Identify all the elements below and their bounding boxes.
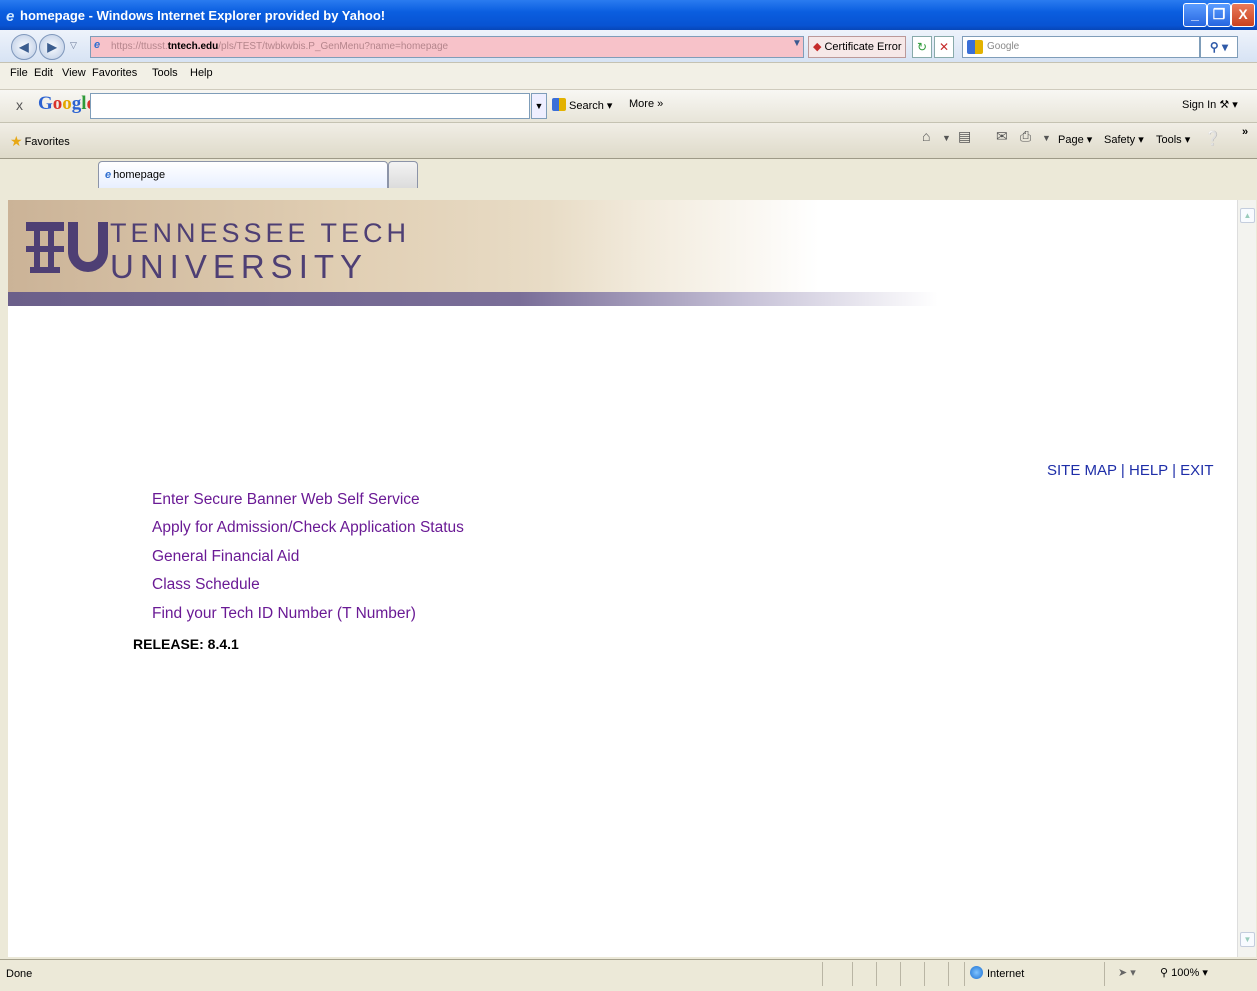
zoom-label: 100% bbox=[1171, 967, 1200, 979]
google-sign-in-button[interactable]: Sign In ⚒ ▾ bbox=[1182, 98, 1238, 111]
search-placeholder: Google bbox=[987, 41, 1020, 52]
print-icon[interactable]: ⎙ bbox=[1020, 128, 1031, 145]
search-input[interactable]: Google bbox=[962, 36, 1200, 58]
star-icon: ★ bbox=[10, 133, 23, 149]
google-more-button[interactable]: More » bbox=[629, 98, 663, 110]
status-divider bbox=[948, 962, 949, 986]
certificate-error-label: Certificate Error bbox=[824, 41, 902, 53]
status-divider bbox=[964, 962, 965, 986]
security-zone[interactable]: Internet bbox=[970, 966, 1024, 980]
menu-link-tech-id[interactable]: Find your Tech ID Number (T Number) bbox=[152, 605, 416, 623]
close-toolbar-button[interactable]: x bbox=[16, 97, 23, 113]
status-divider bbox=[924, 962, 925, 986]
ttu-logo bbox=[26, 222, 108, 273]
menu-bar bbox=[0, 62, 1257, 89]
safety-menu-label: Safety bbox=[1104, 134, 1136, 146]
status-divider bbox=[876, 962, 877, 986]
chevron-right-icon[interactable]: » bbox=[1242, 126, 1248, 138]
favorites-label: Favorites bbox=[24, 136, 70, 148]
menu-link-class-schedule[interactable]: Class Schedule bbox=[152, 576, 260, 594]
nav-separator: | bbox=[1172, 462, 1176, 479]
magnifier-icon: ⚲ bbox=[1160, 967, 1169, 979]
ie-page-icon: e bbox=[105, 169, 112, 181]
stop-icon[interactable]: ✕ bbox=[934, 36, 954, 58]
google-search-button[interactable]: Search ▾ bbox=[552, 98, 612, 112]
zone-label: Internet bbox=[987, 968, 1025, 980]
status-text: Done bbox=[6, 968, 33, 980]
read-mail-icon[interactable]: ✉ bbox=[996, 128, 1008, 145]
menu-file[interactable]: File bbox=[10, 67, 28, 79]
google-search-input[interactable] bbox=[90, 93, 530, 119]
google-icon bbox=[552, 98, 566, 111]
safety-menu-button[interactable]: Safety ▾ bbox=[1104, 133, 1144, 146]
status-divider bbox=[822, 962, 823, 986]
google-search-label: Search bbox=[569, 100, 604, 112]
tools-menu-button[interactable]: Tools ▾ bbox=[1156, 133, 1190, 146]
globe-icon bbox=[970, 966, 983, 979]
status-divider bbox=[1104, 962, 1105, 986]
tab-label: homepage bbox=[113, 169, 166, 181]
menu-view[interactable]: View bbox=[62, 67, 86, 79]
minimize-button[interactable]: _ bbox=[1183, 3, 1207, 27]
site-map-link[interactable]: SITE MAP bbox=[1047, 462, 1117, 479]
status-divider bbox=[900, 962, 901, 986]
menu-link-secure-self-service[interactable]: Enter Secure Banner Web Self Service bbox=[152, 491, 420, 509]
page-menu-label: Page bbox=[1058, 134, 1084, 146]
sign-in-label: Sign In bbox=[1182, 99, 1217, 111]
url-path: /pls/TEST/twbkwbis.P_GenMenu?name=homepa… bbox=[218, 41, 449, 52]
vertical-scrollbar[interactable] bbox=[1237, 200, 1256, 957]
window-title: homepage - Windows Internet Explorer pro… bbox=[20, 8, 386, 23]
nav-separator: | bbox=[1120, 462, 1125, 479]
exit-link[interactable]: EXIT bbox=[1180, 462, 1213, 479]
menu-link-admission-status[interactable]: Apply for Admission/Check Application St… bbox=[152, 519, 464, 537]
home-icon[interactable]: ⌂ bbox=[922, 128, 930, 144]
print-dropdown-icon[interactable]: ▼ bbox=[1042, 133, 1051, 143]
url-host: tntech.edu bbox=[167, 41, 219, 52]
title-bar: e homepage - Windows Internet Explorer p… bbox=[0, 0, 1257, 30]
menu-tools[interactable]: Tools bbox=[152, 67, 178, 79]
google-logo: Google bbox=[38, 93, 95, 114]
maximize-button[interactable]: ❐ bbox=[1207, 3, 1231, 27]
tools-menu-label: Tools bbox=[1156, 134, 1182, 146]
menu-favorites[interactable]: Favorites bbox=[92, 67, 137, 79]
menu-edit[interactable]: Edit bbox=[34, 67, 53, 79]
search-button[interactable]: ⚲ ▾ bbox=[1200, 36, 1238, 58]
shield-error-icon: ◆ bbox=[813, 41, 822, 53]
forward-button[interactable]: ▶ bbox=[39, 34, 65, 60]
tab-homepage[interactable]: e homepage bbox=[98, 161, 388, 188]
address-input[interactable]: https://ttusst.tntech.edu/pls/TEST/twbkw… bbox=[90, 36, 804, 58]
google-icon bbox=[967, 40, 983, 54]
google-search-dropdown-icon[interactable]: ▼ bbox=[531, 93, 547, 119]
menu-help[interactable]: Help bbox=[190, 67, 213, 79]
status-divider bbox=[852, 962, 853, 986]
back-button[interactable]: ◀ bbox=[11, 34, 37, 60]
help-link[interactable]: HELP bbox=[1129, 462, 1168, 479]
banner-title-line1: TENNESSEE TECH bbox=[110, 218, 411, 248]
wrench-icon: ⚒ bbox=[1219, 99, 1230, 111]
address-dropdown-icon[interactable]: ▼ bbox=[792, 38, 802, 49]
new-tab-button[interactable] bbox=[388, 161, 418, 188]
banner-title-line2: UNIVERSITY bbox=[110, 248, 369, 285]
favorites-button[interactable]: ★ Favorites bbox=[10, 133, 70, 150]
refresh-icon[interactable]: ↻ bbox=[912, 36, 932, 58]
ie-icon: e bbox=[6, 8, 15, 25]
page-icon: e bbox=[94, 39, 101, 51]
url-prefix: https://ttusst. bbox=[111, 41, 168, 52]
release-version: RELEASE: 8.4.1 bbox=[133, 636, 239, 652]
scroll-up-icon[interactable]: ▲ bbox=[1240, 208, 1255, 223]
protected-mode-icon[interactable]: ➤ ▾ bbox=[1118, 966, 1136, 979]
home-dropdown-icon[interactable]: ▼ bbox=[942, 133, 951, 143]
help-icon[interactable]: ❔ bbox=[1204, 130, 1221, 147]
banner-stripe bbox=[8, 292, 938, 306]
status-bar bbox=[0, 959, 1257, 991]
recent-pages-dropdown-icon[interactable]: ▽ bbox=[70, 40, 77, 51]
page-menu-button[interactable]: Page ▾ bbox=[1058, 133, 1092, 146]
close-button[interactable]: X bbox=[1231, 3, 1255, 27]
scroll-down-icon[interactable]: ▼ bbox=[1240, 932, 1255, 947]
top-nav: SITE MAP | HELP | EXIT bbox=[1047, 462, 1214, 479]
menu-link-financial-aid[interactable]: General Financial Aid bbox=[152, 548, 299, 566]
certificate-error-button[interactable]: ◆ Certificate Error bbox=[808, 36, 906, 58]
feeds-icon[interactable]: ▤ bbox=[958, 128, 971, 145]
zoom-button[interactable]: ⚲ 100% ▾ bbox=[1160, 966, 1208, 979]
